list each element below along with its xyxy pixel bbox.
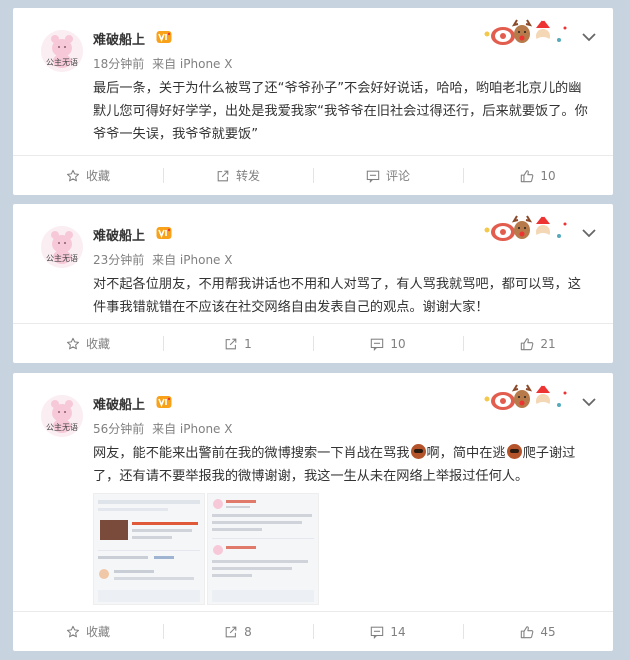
like-count: 21 <box>540 336 556 351</box>
like-count: 10 <box>540 168 556 183</box>
weibo-post: 公主无语 难破船上 23分钟前 来自 iPhone X 对不起各位朋友，不用帮我… <box>13 204 613 363</box>
christmas-decoration-icon <box>481 381 571 413</box>
avatar-caption: 公主无语 <box>46 254 78 263</box>
post-time[interactable]: 56分钟前 <box>93 422 144 436</box>
repost-count: 8 <box>244 624 252 639</box>
comment-count: 14 <box>390 624 406 639</box>
post-source: 来自 iPhone X <box>152 57 233 71</box>
christmas-decoration-icon <box>481 212 571 244</box>
vip-badge-icon <box>156 30 172 44</box>
comment-icon <box>370 625 384 639</box>
weibo-post: 公主无语 难破船上 56分钟前 来自 iPhone X 网友，能不能来出警前在我… <box>13 373 613 651</box>
like-button[interactable]: 10 <box>463 156 613 195</box>
repost-icon <box>224 337 238 351</box>
emoji-icon <box>410 444 426 459</box>
chevron-down-icon[interactable] <box>581 226 597 240</box>
christmas-decoration-icon <box>481 16 571 48</box>
avatar[interactable]: 公主无语 <box>41 226 83 268</box>
avatar[interactable]: 公主无语 <box>41 395 83 437</box>
comment-button[interactable]: 10 <box>313 324 463 363</box>
username[interactable]: 难破船上 <box>93 225 145 244</box>
star-icon <box>66 337 80 351</box>
post-text-part: 网友，能不能来出警前在我的微博搜索一下肖战在骂我 <box>93 446 410 461</box>
comment-count: 10 <box>390 336 406 351</box>
post-meta: 18分钟前 来自 iPhone X <box>93 55 236 72</box>
username[interactable]: 难破船上 <box>93 29 145 48</box>
repost-count: 1 <box>244 336 252 351</box>
avatar-caption: 公主无语 <box>46 423 78 432</box>
repost-button[interactable]: 1 <box>163 324 313 363</box>
star-icon <box>66 625 80 639</box>
post-body: 公主无语 难破船上 56分钟前 来自 iPhone X 网友，能不能来出警前在我… <box>13 373 613 612</box>
post-text: 对不起各位朋友，不用帮我讲话也不用和人对骂了，有人骂我就骂吧，都可以骂，这件事我… <box>93 277 581 315</box>
post-source: 来自 iPhone X <box>152 422 233 436</box>
favorite-label: 收藏 <box>85 337 110 351</box>
comment-button[interactable]: 14 <box>313 612 463 651</box>
like-button[interactable]: 21 <box>463 324 613 363</box>
comment-label: 评论 <box>385 169 410 183</box>
post-body: 公主无语 难破船上 23分钟前 来自 iPhone X 对不起各位朋友，不用帮我… <box>13 204 613 324</box>
post-body: 公主无语 难破船上 18分钟前 来自 iPhone X 最后一条，关于为什么被骂… <box>13 8 613 156</box>
action-bar: 收藏 1 10 21 <box>13 323 613 363</box>
avatar-caption: 公主无语 <box>46 58 78 67</box>
screenshot-image <box>208 494 318 604</box>
post-time[interactable]: 18分钟前 <box>93 57 144 71</box>
chevron-down-icon[interactable] <box>581 395 597 409</box>
repost-icon <box>224 625 238 639</box>
action-bar: 收藏 转发 评论 10 <box>13 155 613 195</box>
repost-button[interactable]: 8 <box>163 612 313 651</box>
chevron-down-icon[interactable] <box>581 30 597 44</box>
weibo-feed: 公主无语 难破船上 18分钟前 来自 iPhone X 最后一条，关于为什么被骂… <box>0 0 630 660</box>
favorite-button[interactable]: 收藏 <box>13 612 163 651</box>
repost-label: 转发 <box>235 169 260 183</box>
repost-button[interactable]: 转发 <box>163 156 313 195</box>
post-meta: 23分钟前 来自 iPhone X <box>93 251 236 268</box>
username[interactable]: 难破船上 <box>93 394 145 413</box>
favorite-button[interactable]: 收藏 <box>13 324 163 363</box>
emoji-icon <box>506 444 522 459</box>
screenshot-image <box>94 494 204 604</box>
like-icon <box>520 625 534 639</box>
like-icon <box>520 169 534 183</box>
vip-badge-icon <box>156 395 172 409</box>
favorite-label: 收藏 <box>85 625 110 639</box>
post-source: 来自 iPhone X <box>152 253 233 267</box>
post-time[interactable]: 23分钟前 <box>93 253 144 267</box>
comment-button[interactable]: 评论 <box>313 156 463 195</box>
vip-badge-icon <box>156 226 172 240</box>
star-icon <box>66 169 80 183</box>
like-button[interactable]: 45 <box>463 612 613 651</box>
favorite-button[interactable]: 收藏 <box>13 156 163 195</box>
repost-icon <box>216 169 230 183</box>
post-text-part: 啊，简中在逃 <box>426 446 506 461</box>
post-text: 最后一条，关于为什么被骂了还“爷爷孙子”不会好好说话，哈哈，哟咱老北京儿的幽默儿… <box>93 81 588 142</box>
post-meta: 56分钟前 来自 iPhone X <box>93 420 236 437</box>
like-icon <box>520 337 534 351</box>
action-bar: 收藏 8 14 45 <box>13 611 613 651</box>
like-count: 45 <box>540 624 556 639</box>
post-image-thumbnail[interactable] <box>207 493 319 605</box>
post-image-thumbnail[interactable] <box>93 493 205 605</box>
avatar[interactable]: 公主无语 <box>41 30 83 72</box>
comment-icon <box>370 337 384 351</box>
post-text: 网友，能不能来出警前在我的微博搜索一下肖战在骂我 啊，简中在逃 爬子谢过了，还有请不… <box>93 442 593 488</box>
weibo-post: 公主无语 难破船上 18分钟前 来自 iPhone X 最后一条，关于为什么被骂… <box>13 8 613 195</box>
comment-icon <box>366 169 380 183</box>
favorite-label: 收藏 <box>85 169 110 183</box>
